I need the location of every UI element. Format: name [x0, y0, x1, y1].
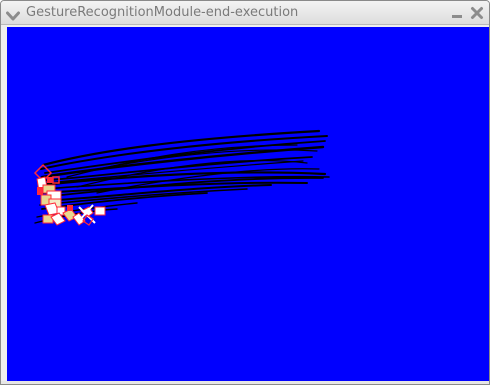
- gesture-canvas[interactable]: [7, 27, 489, 381]
- application-window: GestureRecognitionModule-end-execution: [0, 0, 490, 385]
- window-title: GestureRecognitionModule-end-execution: [26, 5, 299, 20]
- minimize-button[interactable]: [450, 5, 464, 21]
- gesture-trajectory-plot: [33, 129, 330, 226]
- close-icon: [471, 7, 483, 19]
- window-menu-button[interactable]: [6, 7, 20, 21]
- gesture-trajectories: [34, 129, 330, 224]
- title-bar[interactable]: GestureRecognitionModule-end-execution: [1, 1, 489, 25]
- chevron-down-icon: [6, 11, 20, 21]
- window-bottom-border: [1, 381, 489, 384]
- close-button[interactable]: [470, 5, 484, 21]
- minimize-icon: [452, 15, 462, 18]
